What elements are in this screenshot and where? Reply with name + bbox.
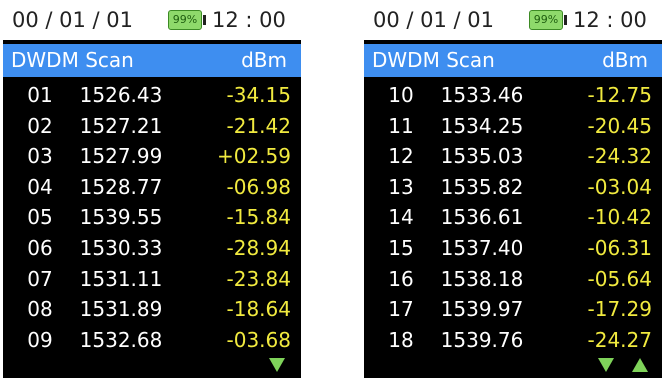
power-value: -21.42 (226, 113, 291, 138)
table-row[interactable]: 14 1536.61 -10.42 (364, 202, 662, 233)
channel-number: 18 (388, 327, 414, 352)
power-value: -17.29 (587, 297, 652, 322)
power-value: -05.64 (587, 266, 652, 291)
status-date: 00 / 01 / 01 (373, 8, 495, 32)
power-value: +02.59 (216, 144, 291, 169)
wavelength-value: 1537.40 (440, 235, 524, 260)
power-value: -03.68 (226, 327, 291, 352)
table-row[interactable]: 01 1526.43 -34.15 (3, 80, 301, 111)
battery-level: 99% (533, 13, 559, 26)
table-row[interactable]: 10 1533.46 -12.75 (364, 80, 662, 111)
table-row[interactable]: 18 1539.76 -24.27 (364, 325, 662, 356)
battery-tip (203, 15, 206, 25)
scan-screen-page-1: 00 / 01 / 01 99% 12 : 00 DWDM Scan dBm 0… (3, 0, 301, 378)
status-time: 12 : 00 (212, 8, 286, 32)
channel-number: 17 (388, 297, 414, 322)
channel-number: 05 (27, 205, 53, 230)
wavelength-value: 1530.33 (79, 235, 163, 260)
power-value: -23.84 (226, 266, 291, 291)
table-row[interactable]: 05 1539.55 -15.84 (3, 202, 301, 233)
table-row[interactable]: 15 1537.40 -06.31 (364, 233, 662, 264)
scan-results-list: 10 1533.46 -12.75 11 1534.25 -20.45 12 1… (364, 80, 662, 355)
power-value: -10.42 (587, 205, 652, 230)
channel-number: 14 (388, 205, 414, 230)
channel-number: 02 (27, 113, 53, 138)
power-value: -15.84 (226, 205, 291, 230)
channel-number: 08 (27, 297, 53, 322)
status-time: 12 : 00 (573, 8, 647, 32)
table-row[interactable]: 07 1531.11 -23.84 (3, 264, 301, 295)
wavelength-value: 1536.61 (440, 205, 524, 230)
wavelength-value: 1535.82 (440, 174, 524, 199)
header-title: DWDM Scan (11, 48, 134, 72)
channel-number: 09 (27, 327, 53, 352)
channel-number: 01 (27, 83, 53, 107)
page-down-arrow-icon[interactable] (598, 358, 614, 372)
wavelength-value: 1532.68 (79, 327, 163, 352)
channel-number: 10 (388, 83, 414, 107)
channel-number: 13 (388, 174, 414, 199)
scan-screen-page-2: 00 / 01 / 01 99% 12 : 00 DWDM Scan dBm 1… (364, 0, 662, 378)
wavelength-value: 1539.97 (440, 297, 524, 322)
table-row[interactable]: 09 1532.68 -03.68 (3, 325, 301, 356)
status-bar: 00 / 01 / 01 99% 12 : 00 (3, 0, 301, 40)
wavelength-value: 1539.76 (440, 327, 524, 352)
page-up-arrow-icon[interactable] (632, 358, 648, 372)
table-header: DWDM Scan dBm (364, 44, 662, 77)
table-row[interactable]: 08 1531.89 -18.64 (3, 294, 301, 325)
page-navigation (542, 354, 662, 372)
table-row[interactable]: 13 1535.82 -03.04 (364, 172, 662, 203)
power-value: -06.31 (587, 235, 652, 260)
power-value: -06.98 (226, 174, 291, 199)
channel-number: 04 (27, 174, 53, 199)
channel-number: 06 (27, 235, 53, 260)
channel-number: 07 (27, 266, 53, 291)
battery-icon: 99% (529, 10, 563, 30)
channel-number: 12 (388, 144, 414, 169)
channel-number: 11 (388, 113, 414, 138)
wavelength-value: 1526.43 (79, 83, 163, 107)
battery-level: 99% (172, 13, 198, 26)
table-row[interactable]: 12 1535.03 -24.32 (364, 141, 662, 172)
battery-icon: 99% (168, 10, 202, 30)
table-row[interactable]: 03 1527.99 +02.59 (3, 141, 301, 172)
wavelength-value: 1539.55 (79, 205, 163, 230)
header-unit: dBm (241, 48, 287, 72)
wavelength-value: 1535.03 (440, 144, 524, 169)
wavelength-value: 1533.46 (440, 83, 524, 107)
table-row[interactable]: 02 1527.21 -21.42 (3, 111, 301, 142)
channel-number: 03 (27, 144, 53, 169)
channel-number: 16 (388, 266, 414, 291)
table-header: DWDM Scan dBm (3, 44, 301, 77)
wavelength-value: 1538.18 (440, 266, 524, 291)
power-value: -20.45 (587, 113, 652, 138)
wavelength-value: 1534.25 (440, 113, 524, 138)
power-value: -12.75 (587, 83, 652, 107)
channel-number: 15 (388, 235, 414, 260)
power-value: -24.27 (587, 327, 652, 352)
scan-results-list: 01 1526.43 -34.15 02 1527.21 -21.42 03 1… (3, 80, 301, 355)
wavelength-value: 1531.11 (79, 266, 163, 291)
header-unit: dBm (602, 48, 648, 72)
power-value: -18.64 (226, 297, 291, 322)
status-bar: 00 / 01 / 01 99% 12 : 00 (364, 0, 662, 40)
power-value: -34.15 (226, 83, 291, 107)
battery-tip (564, 15, 567, 25)
header-title: DWDM Scan (372, 48, 495, 72)
table-row[interactable]: 06 1530.33 -28.94 (3, 233, 301, 264)
wavelength-value: 1528.77 (79, 174, 163, 199)
table-row[interactable]: 16 1538.18 -05.64 (364, 264, 662, 295)
wavelength-value: 1527.21 (79, 113, 163, 138)
power-value: -28.94 (226, 235, 291, 260)
table-row[interactable]: 11 1534.25 -20.45 (364, 111, 662, 142)
page-navigation (181, 354, 301, 372)
table-row[interactable]: 04 1528.77 -06.98 (3, 172, 301, 203)
wavelength-value: 1527.99 (79, 144, 163, 169)
wavelength-value: 1531.89 (79, 297, 163, 322)
power-value: -03.04 (587, 174, 652, 199)
power-value: -24.32 (587, 144, 652, 169)
page-down-arrow-icon[interactable] (269, 358, 285, 372)
status-date: 00 / 01 / 01 (12, 8, 134, 32)
table-row[interactable]: 17 1539.97 -17.29 (364, 294, 662, 325)
